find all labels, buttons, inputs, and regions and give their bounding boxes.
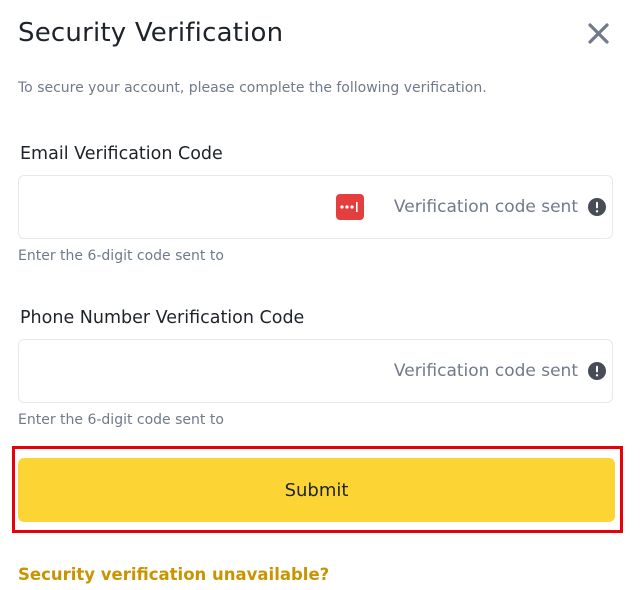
phone-code-helper: Enter the 6-digit code sent to <box>18 412 224 428</box>
submit-button[interactable]: Submit <box>18 458 615 522</box>
email-code-label: Email Verification Code <box>20 144 223 164</box>
exclamation-circle-icon[interactable] <box>588 362 606 380</box>
security-verification-dialog: Security Verification To secure your acc… <box>0 0 640 590</box>
email-code-input[interactable] <box>33 188 337 228</box>
dialog-subtitle: To secure your account, please complete … <box>18 80 487 96</box>
exclamation-circle-icon[interactable] <box>588 198 606 216</box>
security-verification-unavailable-link[interactable]: Security verification unavailable? <box>18 563 329 587</box>
close-button[interactable] <box>584 18 614 48</box>
phone-code-field[interactable]: Verification code sent <box>18 339 613 403</box>
email-code-helper: Enter the 6-digit code sent to <box>18 248 224 264</box>
dialog-title: Security Verification <box>18 18 284 48</box>
phone-code-label: Phone Number Verification Code <box>20 308 305 328</box>
phone-code-sent-status: Verification code sent <box>393 361 578 381</box>
email-code-field[interactable]: Verification code sent <box>18 175 613 239</box>
close-icon <box>588 23 609 44</box>
password-manager-icon[interactable] <box>336 194 364 220</box>
phone-code-input[interactable] <box>33 352 337 392</box>
email-code-sent-status: Verification code sent <box>393 197 578 217</box>
